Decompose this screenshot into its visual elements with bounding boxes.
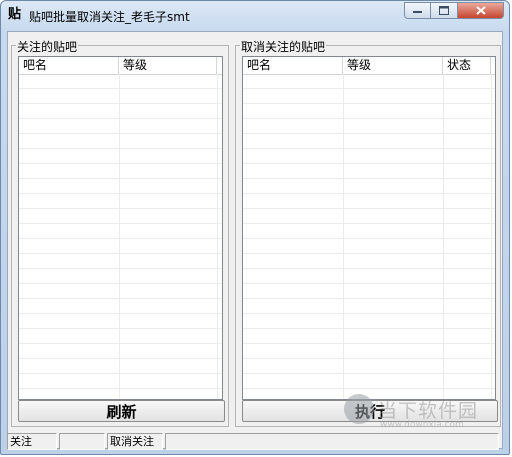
column-divider [491,74,492,399]
column-header-level[interactable]: 等级 [343,57,443,74]
title-bar[interactable]: 贴 贴吧批量取消关注_老毛子smt [1,1,509,31]
refresh-button[interactable]: 刷新 [18,400,225,422]
column-header-status[interactable]: 状态 [443,57,491,74]
watermark-url: www.downxia.com [380,420,464,430]
followed-bars-label: 关注的贴吧 [16,38,79,55]
status-pane-unfollow-count [165,433,499,450]
window-title: 贴吧批量取消关注_老毛子smt [29,10,190,24]
minimize-button[interactable] [404,2,431,19]
list-rows [19,74,222,399]
status-pane-unfollow: 取消关注 [107,433,163,450]
column-divider [217,74,218,399]
app-window: 贴 贴吧批量取消关注_老毛子smt 关注的贴吧 吧名 等级 刷新 取消关注的贴吧… [0,0,510,455]
app-icon: 贴 [8,7,22,22]
column-divider [343,74,344,399]
column-divider [443,74,444,399]
status-bar: 关注 取消关注 [7,433,503,450]
status-pane-followed: 关注 [7,433,57,450]
column-header-level[interactable]: 等级 [119,57,217,74]
close-icon [475,6,486,15]
unfollow-bars-list[interactable]: 吧名 等级 状态 [242,56,496,400]
maximize-icon [439,6,449,15]
column-divider [119,74,120,399]
unfollow-bars-label: 取消关注的贴吧 [240,38,327,55]
column-header-name[interactable]: 吧名 [19,57,119,74]
list-header: 吧名 等级 状态 [243,57,495,75]
followed-bars-list[interactable]: 吧名 等级 [18,56,223,400]
caption-buttons [404,2,504,19]
list-header: 吧名 等级 [19,57,222,75]
close-button[interactable] [458,2,504,19]
column-header-name[interactable]: 吧名 [243,57,343,74]
minimize-icon [413,10,422,13]
watermark-brand: 当下软件园 [378,400,479,422]
watermark-logo: 当下软件园 www.downxia.com [344,392,496,432]
status-pane-followed-count [59,433,105,450]
watermark-icon [344,394,374,424]
client-area: 关注的贴吧 吧名 等级 刷新 取消关注的贴吧 吧名 等级 状态 [7,31,503,449]
maximize-button[interactable] [431,2,458,19]
list-rows [243,74,495,399]
